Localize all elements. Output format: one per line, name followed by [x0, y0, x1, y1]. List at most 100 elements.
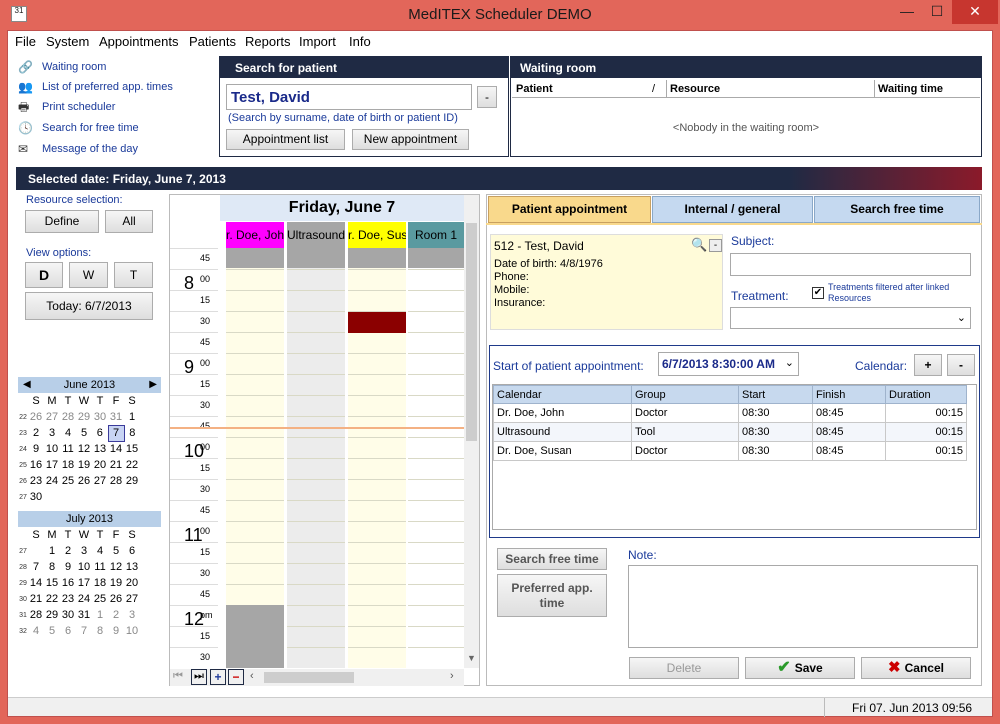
- calendar-day[interactable]: 5: [44, 623, 60, 639]
- scroll-down-icon[interactable]: ▼: [467, 653, 476, 663]
- menu-info[interactable]: Info: [349, 34, 371, 49]
- menu-patients[interactable]: Patients: [189, 34, 236, 49]
- calendar-day[interactable]: 11: [92, 559, 108, 575]
- calendar-day[interactable]: 5: [108, 543, 124, 559]
- day-view-scrollbar[interactable]: ▼: [464, 195, 479, 668]
- search-free-time-button[interactable]: Search free time: [497, 548, 607, 570]
- calendar-day[interactable]: 13: [124, 559, 140, 575]
- calendar-day[interactable]: 15: [124, 441, 140, 457]
- calendar-day[interactable]: 30: [60, 607, 76, 623]
- calendar-day[interactable]: 8: [124, 425, 140, 441]
- calendar-day[interactable]: 26: [28, 409, 44, 425]
- menu-import[interactable]: Import: [299, 34, 336, 49]
- calendar-day[interactable]: 15: [44, 575, 60, 591]
- calendar-day[interactable]: 27: [92, 473, 108, 489]
- calendar-day[interactable]: 3: [76, 543, 92, 559]
- calendar-day[interactable]: 22: [124, 457, 140, 473]
- all-resources-button[interactable]: All: [105, 210, 153, 233]
- tab-patient-appointment[interactable]: Patient appointment: [488, 196, 651, 223]
- table-header[interactable]: Calendar: [493, 385, 632, 404]
- calendar-day[interactable]: 6: [124, 543, 140, 559]
- calendar-day[interactable]: 7: [107, 424, 125, 442]
- cancel-button[interactable]: ✖ Cancel: [861, 657, 971, 679]
- define-button[interactable]: Define: [25, 210, 99, 233]
- calendar-day[interactable]: 16: [28, 457, 44, 473]
- calendar-day[interactable]: 2: [60, 543, 76, 559]
- calendar-day[interactable]: [108, 489, 124, 505]
- table-header[interactable]: Start: [738, 385, 813, 404]
- calendar-day[interactable]: [76, 489, 92, 505]
- calendar-day[interactable]: 14: [108, 441, 124, 457]
- magnifier-icon[interactable]: 🔍: [691, 237, 707, 253]
- resource-header[interactable]: Ultrasound: [287, 222, 345, 248]
- calendar-day[interactable]: 5: [76, 425, 92, 441]
- resource-column[interactable]: r. Doe, John: [226, 222, 284, 668]
- calendar-day[interactable]: 12: [108, 559, 124, 575]
- calendar-day[interactable]: 1: [92, 607, 108, 623]
- appointment-list-button[interactable]: Appointment list: [226, 129, 345, 150]
- calendar-day[interactable]: 23: [28, 473, 44, 489]
- calendar-day[interactable]: 4: [60, 425, 76, 441]
- tab-search-free-time[interactable]: Search free time: [814, 196, 980, 223]
- scroll-thumb[interactable]: [466, 223, 477, 441]
- calendar-day[interactable]: 30: [92, 409, 108, 425]
- table-row[interactable]: Dr. Doe, Susan Doctor 08:30 08:45 00:15: [493, 441, 967, 461]
- calendar-add-button[interactable]: +: [914, 354, 942, 376]
- first-icon[interactable]: ⏮: [173, 670, 183, 683]
- view-week-button[interactable]: W: [69, 262, 108, 288]
- calendar-day[interactable]: 25: [92, 591, 108, 607]
- calendar-day[interactable]: 3: [44, 425, 60, 441]
- calendar-day[interactable]: [124, 489, 140, 505]
- col-resource[interactable]: Resource: [670, 83, 720, 95]
- calendar-day[interactable]: 9: [108, 623, 124, 639]
- calendar-day[interactable]: 30: [28, 489, 44, 505]
- calendar-day[interactable]: 29: [124, 473, 140, 489]
- resource-header[interactable]: r. Doe, John: [226, 222, 284, 248]
- calendar-day[interactable]: 31: [108, 409, 124, 425]
- resource-column[interactable]: Ultrasound: [287, 222, 345, 668]
- calendar-day[interactable]: 24: [76, 591, 92, 607]
- calendar-remove-button[interactable]: -: [947, 354, 975, 376]
- minimize-button[interactable]: —: [892, 0, 922, 24]
- next-month-icon[interactable]: ▶: [149, 377, 157, 393]
- menu-reports[interactable]: Reports: [245, 34, 291, 49]
- calendar-day[interactable]: 19: [108, 575, 124, 591]
- table-header[interactable]: Finish: [812, 385, 886, 404]
- view-day-button[interactable]: D: [25, 262, 63, 288]
- menu-system[interactable]: System: [46, 34, 89, 49]
- calendar-day[interactable]: 14: [28, 575, 44, 591]
- calendar-day[interactable]: 7: [76, 623, 92, 639]
- note-textarea[interactable]: [628, 565, 978, 648]
- booked-appointment[interactable]: [348, 312, 406, 333]
- resource-header[interactable]: r. Doe, Susa: [348, 222, 406, 248]
- calendar-day[interactable]: 2: [28, 425, 44, 441]
- calendar-day[interactable]: 10: [44, 441, 60, 457]
- table-header[interactable]: Group: [631, 385, 739, 404]
- col-patient[interactable]: Patient: [516, 83, 553, 95]
- calendar-day[interactable]: 27: [124, 591, 140, 607]
- calendar-day[interactable]: 20: [92, 457, 108, 473]
- calendar-day[interactable]: 10: [76, 559, 92, 575]
- calendar-day[interactable]: 6: [60, 623, 76, 639]
- calendar-day[interactable]: 25: [60, 473, 76, 489]
- calendar-day[interactable]: 23: [60, 591, 76, 607]
- calendar-day[interactable]: 20: [124, 575, 140, 591]
- remove-column-icon[interactable]: −: [228, 669, 244, 685]
- menu-file[interactable]: File: [15, 34, 36, 49]
- calendar-day[interactable]: 11: [60, 441, 76, 457]
- view-t-button[interactable]: T: [114, 262, 153, 288]
- calendar-day[interactable]: 9: [28, 441, 44, 457]
- calendar-day[interactable]: 13: [92, 441, 108, 457]
- calendar-day[interactable]: 26: [108, 591, 124, 607]
- prev-month-icon[interactable]: ◀: [23, 377, 31, 393]
- resource-column[interactable]: r. Doe, Susa: [348, 222, 406, 668]
- calendar-day[interactable]: 12: [76, 441, 92, 457]
- preferred-time-button[interactable]: Preferred app. time: [497, 574, 607, 617]
- patient-clear-button[interactable]: -: [709, 239, 722, 252]
- table-header[interactable]: Duration: [885, 385, 967, 404]
- calendar-day[interactable]: 21: [28, 591, 44, 607]
- last-icon[interactable]: ⏭: [191, 669, 207, 685]
- calendar-day[interactable]: 16: [60, 575, 76, 591]
- calendar-day[interactable]: 29: [76, 409, 92, 425]
- save-button[interactable]: ✔ Save: [745, 657, 855, 679]
